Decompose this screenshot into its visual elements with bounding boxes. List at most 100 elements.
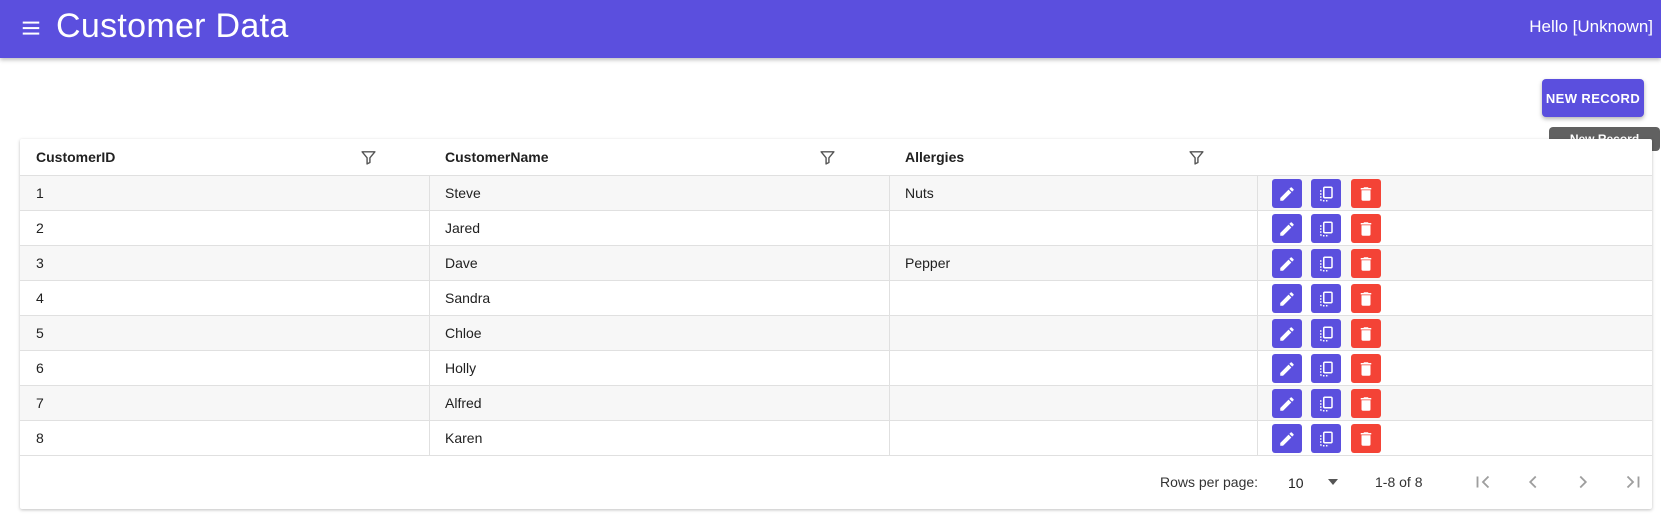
cell-customername: Dave <box>445 255 478 271</box>
prev-page-button[interactable] <box>1520 469 1546 495</box>
pencil-icon <box>1278 255 1296 273</box>
copy-button[interactable] <box>1311 354 1341 383</box>
edit-button[interactable] <box>1272 249 1302 278</box>
cell-allergies <box>889 421 1257 455</box>
delete-button[interactable] <box>1351 389 1381 418</box>
page-range-label: 1-8 of 8 <box>1375 474 1423 490</box>
cell-allergies <box>889 281 1257 315</box>
edit-button[interactable] <box>1272 424 1302 453</box>
cell-customerid: 6 <box>36 360 44 376</box>
copy-button[interactable] <box>1311 389 1341 418</box>
rows-per-page-label: Rows per page: <box>1160 474 1259 490</box>
table-row[interactable]: 8 Karen <box>20 421 1652 456</box>
cell-customername: Chloe <box>445 325 482 341</box>
cell-allergies: Nuts <box>905 185 934 201</box>
filter-icon[interactable] <box>360 149 377 166</box>
cell-customerid: 8 <box>36 430 44 446</box>
column-divider <box>889 176 890 456</box>
edit-button[interactable] <box>1272 214 1302 243</box>
first-page-icon <box>1476 475 1490 489</box>
cell-allergies <box>889 351 1257 385</box>
copy-button[interactable] <box>1311 214 1341 243</box>
copy-button[interactable] <box>1311 319 1341 348</box>
cell-allergies: Pepper <box>905 255 951 271</box>
cell-allergies <box>889 316 1257 350</box>
last-page-icon <box>1626 475 1640 489</box>
cell-allergies <box>889 386 1257 420</box>
table-row[interactable]: 3 Dave Pepper <box>20 246 1652 281</box>
first-page-button[interactable] <box>1470 469 1496 495</box>
pencil-icon <box>1278 430 1296 448</box>
filter-icon[interactable] <box>819 149 836 166</box>
cell-customerid: 2 <box>36 220 44 236</box>
grid-header: CustomerID CustomerName Allergies <box>20 139 1652 176</box>
edit-button[interactable] <box>1272 354 1302 383</box>
table-row[interactable]: 7 Alfred <box>20 386 1652 421</box>
cell-customername: Alfred <box>445 395 482 411</box>
trash-icon <box>1357 220 1375 238</box>
trash-icon <box>1357 395 1375 413</box>
delete-button[interactable] <box>1351 424 1381 453</box>
column-divider <box>429 176 430 456</box>
user-greeting: Hello [Unknown] <box>1529 17 1653 36</box>
prev-page-icon <box>1528 475 1537 489</box>
copy-icon <box>1317 325 1335 343</box>
table-row[interactable]: 1 Steve Nuts <box>20 176 1652 211</box>
copy-icon <box>1317 290 1335 308</box>
pencil-icon <box>1278 290 1296 308</box>
trash-icon <box>1357 290 1375 308</box>
table-row[interactable]: 5 Chloe <box>20 316 1652 351</box>
delete-button[interactable] <box>1351 319 1381 348</box>
page-title: Customer Data <box>56 7 289 45</box>
cell-customername: Sandra <box>445 290 491 306</box>
pencil-icon <box>1278 220 1296 238</box>
column-divider <box>1257 176 1258 456</box>
new-record-button[interactable]: NEW RECORD <box>1542 79 1644 117</box>
hamburger-menu-icon[interactable] <box>20 17 42 39</box>
trash-icon <box>1357 430 1375 448</box>
pagination-bar: Rows per page: 10 1-8 of 8 <box>20 457 1652 509</box>
cell-customerid: 1 <box>36 185 44 201</box>
app-bar: Customer Data Hello [Unknown] <box>0 0 1661 58</box>
trash-icon <box>1357 185 1375 203</box>
copy-button[interactable] <box>1311 249 1341 278</box>
trash-icon <box>1357 360 1375 378</box>
cell-customername: Karen <box>445 430 483 446</box>
data-grid: CustomerID CustomerName Allergies 1 Steve… <box>20 139 1652 509</box>
copy-icon <box>1317 220 1335 238</box>
cell-customerid: 7 <box>36 395 44 411</box>
trash-icon <box>1357 325 1375 343</box>
edit-button[interactable] <box>1272 179 1302 208</box>
cell-customerid: 4 <box>36 290 44 306</box>
last-page-button[interactable] <box>1620 469 1646 495</box>
cell-customerid: 5 <box>36 325 44 341</box>
copy-icon <box>1317 430 1335 448</box>
cell-customername: Steve <box>445 185 481 201</box>
next-page-icon <box>1579 475 1588 489</box>
copy-icon <box>1317 185 1335 203</box>
filter-icon[interactable] <box>1188 149 1205 166</box>
delete-button[interactable] <box>1351 249 1381 278</box>
delete-button[interactable] <box>1351 354 1381 383</box>
delete-button[interactable] <box>1351 284 1381 313</box>
trash-icon <box>1357 255 1375 273</box>
copy-icon <box>1317 360 1335 378</box>
edit-button[interactable] <box>1272 284 1302 313</box>
delete-button[interactable] <box>1351 179 1381 208</box>
cell-customerid: 3 <box>36 255 44 271</box>
rows-per-page-select[interactable]: 10 <box>1288 469 1348 497</box>
rows-per-page-value: 10 <box>1288 475 1304 491</box>
table-row[interactable]: 4 Sandra <box>20 281 1652 316</box>
edit-button[interactable] <box>1272 319 1302 348</box>
pencil-icon <box>1278 395 1296 413</box>
delete-button[interactable] <box>1351 214 1381 243</box>
next-page-button[interactable] <box>1570 469 1596 495</box>
table-row[interactable]: 6 Holly <box>20 351 1652 386</box>
cell-allergies <box>889 211 1257 245</box>
edit-button[interactable] <box>1272 389 1302 418</box>
copy-button[interactable] <box>1311 284 1341 313</box>
cell-customername: Jared <box>445 220 481 236</box>
copy-button[interactable] <box>1311 179 1341 208</box>
copy-button[interactable] <box>1311 424 1341 453</box>
table-row[interactable]: 2 Jared <box>20 211 1652 246</box>
